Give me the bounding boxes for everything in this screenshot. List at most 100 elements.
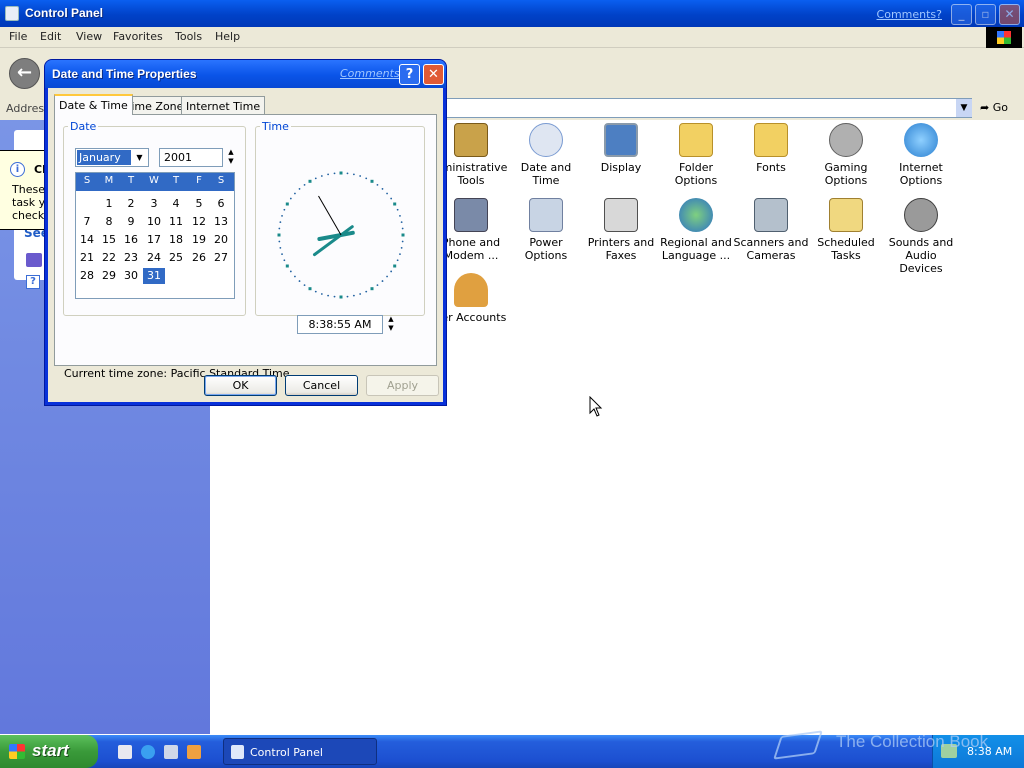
weekday-header: S M T W T F S (76, 173, 234, 191)
calendar-day[interactable]: 1 (98, 196, 120, 212)
back-button[interactable]: ← (9, 58, 40, 89)
scanners-cameras-item[interactable]: Scanners and Cameras (733, 198, 809, 262)
clock-tick (400, 221, 403, 224)
windows-flag-icon (9, 744, 25, 759)
calendar-day[interactable]: 14 (76, 232, 98, 248)
calendar-day[interactable]: 12 (188, 214, 210, 230)
comments-link[interactable]: Comments? (877, 8, 942, 21)
sounds-audio-item[interactable]: Sounds and Audio Devices (883, 198, 959, 275)
dialog-comments-link[interactable]: Comments? (340, 67, 405, 80)
year-spinner[interactable]: ▲ ▼ (225, 148, 237, 167)
clock-tick (289, 270, 292, 273)
menu-view[interactable]: View (76, 30, 102, 43)
address-input[interactable] (446, 98, 972, 118)
calendar-day[interactable]: 31 (143, 268, 165, 284)
cancel-button[interactable]: Cancel (285, 375, 358, 396)
calendar-day[interactable]: 7 (76, 214, 98, 230)
calendar-day[interactable]: 27 (210, 250, 232, 266)
quicklaunch-media-icon[interactable] (187, 745, 201, 759)
date-and-time-icon (529, 123, 563, 157)
windows-update-icon[interactable] (26, 253, 42, 267)
start-button[interactable]: start (0, 735, 98, 768)
analog-clock (277, 171, 405, 299)
clock-tick (279, 246, 282, 249)
calendar-day[interactable]: 20 (210, 232, 232, 248)
calendar-day[interactable]: 11 (165, 214, 187, 230)
minimize-button[interactable]: _ (951, 4, 972, 25)
scheduled-tasks-item[interactable]: Scheduled Tasks (808, 198, 884, 262)
calendar-day[interactable]: 15 (98, 232, 120, 248)
calendar-day[interactable]: 23 (120, 250, 142, 266)
scanners-cameras-icon (754, 198, 788, 232)
calendar-day[interactable]: 16 (120, 232, 142, 248)
tab-date-time[interactable]: Date & Time (54, 94, 133, 115)
calendar-day[interactable]: 13 (210, 214, 232, 230)
maximize-button[interactable]: ▫ (975, 4, 996, 25)
menu-favorites[interactable]: Favorites (113, 30, 163, 43)
folder-options-item[interactable]: Folder Options (658, 123, 734, 187)
internet-options-item[interactable]: Internet Options (883, 123, 959, 187)
calendar-day[interactable]: 5 (188, 196, 210, 212)
calendar-day[interactable]: 2 (120, 196, 142, 212)
calendar-day[interactable]: 10 (143, 214, 165, 230)
year-input[interactable]: 2001 (159, 148, 223, 167)
menu-help[interactable]: Help (215, 30, 240, 43)
quicklaunch-ie-icon[interactable] (141, 745, 155, 759)
regional-language-item[interactable]: Regional and Language ... (658, 198, 734, 262)
time-input[interactable]: 8:38:55 AM (297, 315, 383, 334)
apply-button[interactable]: Apply (366, 375, 439, 396)
chevron-down-icon[interactable]: ▼ (132, 150, 147, 165)
calendar-day[interactable]: 28 (76, 268, 98, 284)
gaming-options-item[interactable]: Gaming Options (808, 123, 884, 187)
clock-tick (279, 221, 282, 224)
help-support-icon[interactable]: ? (26, 275, 40, 289)
calendar-day[interactable]: 21 (76, 250, 98, 266)
power-options-item[interactable]: Power Options (508, 198, 584, 262)
calendar-day[interactable]: 24 (143, 250, 165, 266)
quicklaunch-desktop-icon[interactable] (118, 745, 132, 759)
calendar-day[interactable]: 6 (210, 196, 232, 212)
taskbar-control-panel[interactable]: Control Panel (223, 738, 377, 765)
clock-tick (359, 293, 362, 295)
clock-tick (396, 259, 399, 262)
calendar-day[interactable]: 26 (188, 250, 210, 266)
calendar-day[interactable]: 17 (143, 232, 165, 248)
clock-tick (376, 284, 379, 287)
go-label: Go (992, 101, 1008, 114)
go-button[interactable]: ➦ Go (980, 101, 1008, 114)
dialog-help-button[interactable]: ? (399, 64, 420, 85)
item-label: Display (600, 161, 642, 174)
calendar-day[interactable]: 30 (120, 268, 142, 284)
calendar-day[interactable]: 8 (98, 214, 120, 230)
calendar-day[interactable]: 4 (165, 196, 187, 212)
calendar-day[interactable]: 18 (165, 232, 187, 248)
clock-tick (314, 177, 317, 180)
display-item[interactable]: Display (583, 123, 659, 174)
month-select[interactable]: January ▼ (75, 148, 149, 167)
time-spinner[interactable]: ▲ ▼ (385, 315, 397, 334)
balloon-text: These task yo check t (12, 183, 46, 222)
quicklaunch-explorer-icon[interactable] (164, 745, 178, 759)
calendar-day[interactable]: 25 (165, 250, 187, 266)
dialog-titlebar[interactable]: Date and Time Properties Comments? ? ✕ (45, 60, 446, 88)
printers-faxes-item[interactable]: Printers and Faxes (583, 198, 659, 262)
control-panel-titlebar[interactable]: Control Panel Comments? _ ▫ ✕ (0, 0, 1024, 27)
tab-internet-time[interactable]: Internet Time (181, 96, 266, 115)
item-label: Scheduled Tasks (817, 236, 875, 262)
menu-edit[interactable]: Edit (40, 30, 61, 43)
fonts-item[interactable]: Fonts (733, 123, 809, 174)
menu-file[interactable]: File (9, 30, 27, 43)
calendar-day[interactable]: 19 (188, 232, 210, 248)
calendar-day[interactable]: 9 (120, 214, 142, 230)
balloon-line: task yo (12, 196, 46, 209)
ok-button[interactable]: OK (204, 375, 277, 396)
address-dropdown-button[interactable]: ▼ (956, 99, 972, 117)
calendar-day[interactable]: 3 (143, 196, 165, 212)
menu-tools[interactable]: Tools (175, 30, 202, 43)
clock-tick (281, 214, 283, 217)
calendar-day[interactable]: 22 (98, 250, 120, 266)
dialog-close-button[interactable]: ✕ (423, 64, 444, 85)
close-button[interactable]: ✕ (999, 4, 1020, 25)
calendar-day[interactable]: 29 (98, 268, 120, 284)
date-and-time-item[interactable]: Date and Time (508, 123, 584, 187)
